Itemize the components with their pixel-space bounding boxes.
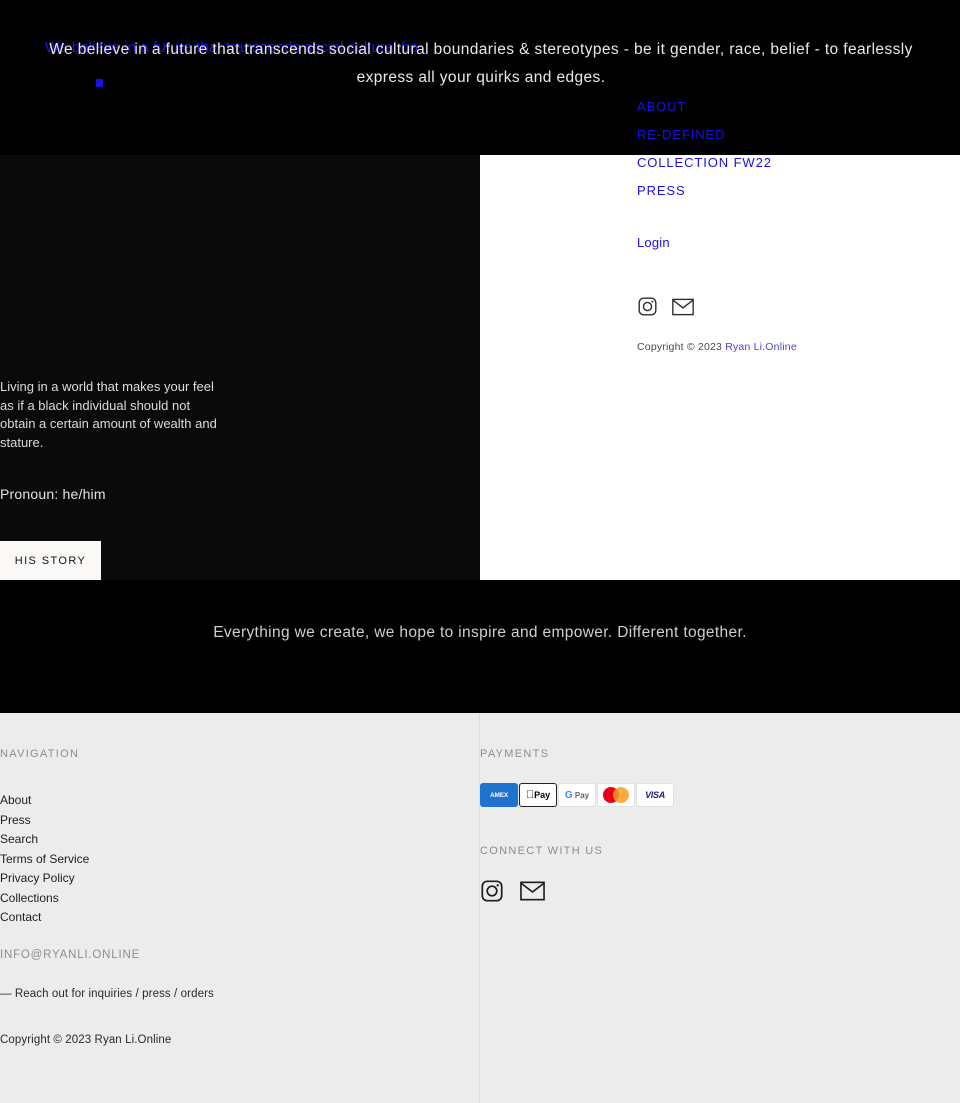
nav-item-about[interactable]: ABOUT xyxy=(637,93,937,121)
mastercard-orange-circle xyxy=(613,787,629,803)
main-navigation-menu: ABOUT RE-DEFINED COLLECTION FW22 PRESS L… xyxy=(637,93,937,353)
instagram-icon[interactable] xyxy=(480,879,504,908)
payment-methods-row: AMEX Pay G Pay VISA xyxy=(480,783,674,807)
profile-panel: Living in a world that makes your feel a… xyxy=(0,155,480,581)
footer-connect-heading: CONNECT WITH US xyxy=(480,845,604,857)
footer-link-collections[interactable]: Collections xyxy=(0,889,89,909)
nav-item-re-defined[interactable]: RE-DEFINED xyxy=(637,121,937,149)
page-root: We believe in a future that transcends s… xyxy=(0,0,960,1103)
footer-email-address[interactable]: INFO@RYANLI.ONLINE xyxy=(0,949,140,961)
apple-pay-label: Pay xyxy=(529,790,550,800)
mastercard-circles xyxy=(603,787,629,803)
apple-logo-glyph:  xyxy=(526,789,534,801)
nav-social-links xyxy=(637,296,694,322)
footer-link-privacy-policy[interactable]: Privacy Policy xyxy=(0,869,89,889)
email-icon[interactable] xyxy=(520,881,545,906)
footer-link-search[interactable]: Search xyxy=(0,830,89,850)
footer-reach-out-text: — Reach out for inquiries / press / orde… xyxy=(0,988,214,1000)
footer-navigation-heading: NAVIGATION xyxy=(0,748,80,760)
footer-navigation-list: About Press Search Terms of Service Priv… xyxy=(0,791,89,928)
mastercard-card-icon xyxy=(597,783,635,807)
nav-item-press[interactable]: PRESS xyxy=(637,177,937,205)
footer-payments-heading: PAYMENTS xyxy=(480,748,550,760)
amex-label: AMEX xyxy=(490,791,508,799)
footer-social-links xyxy=(480,879,545,908)
visa-label: VISA xyxy=(645,790,665,800)
amex-card-icon: AMEX xyxy=(480,783,518,807)
his-story-button[interactable]: HIS STORY xyxy=(0,541,101,581)
profile-pronoun: Pronoun: he/him xyxy=(0,486,106,502)
google-pay-card-icon: G Pay xyxy=(558,783,596,807)
google-g-glyph: G xyxy=(564,789,573,801)
nav-copyright-prefix: Copyright © 2023 xyxy=(637,341,726,353)
nav-item-collection-fw22[interactable]: COLLECTION FW22 xyxy=(637,149,937,177)
google-pay-label: Pay xyxy=(574,790,590,800)
nav-copyright-brand[interactable]: Ryan Li.Online xyxy=(725,341,797,353)
footer-link-about[interactable]: About xyxy=(0,791,89,811)
hero-message: We believe in a future that transcends s… xyxy=(49,41,913,86)
profile-bio: Living in a world that makes your feel a… xyxy=(0,379,217,450)
footer-copyright: Copyright © 2023 Ryan Li.Online xyxy=(0,1034,172,1046)
footer-link-press[interactable]: Press xyxy=(0,811,89,831)
footer-link-terms-of-service[interactable]: Terms of Service xyxy=(0,850,89,870)
nav-login-link[interactable]: Login xyxy=(637,233,937,253)
quote-text: Everything we create, we hope to inspire… xyxy=(213,624,747,641)
quote-banner: Everything we create, we hope to inspire… xyxy=(0,580,960,713)
apple-pay-card-icon: Pay xyxy=(519,783,557,807)
footer-divider xyxy=(479,713,480,1103)
site-footer: NAVIGATION About Press Search Terms of S… xyxy=(0,713,960,1103)
hero-bullet-marker xyxy=(96,79,103,87)
nav-copyright: Copyright © 2023 Ryan Li.Online xyxy=(637,341,797,353)
footer-link-contact[interactable]: Contact xyxy=(0,908,89,928)
instagram-icon[interactable] xyxy=(637,296,658,322)
email-icon[interactable] xyxy=(672,298,694,321)
visa-card-icon: VISA xyxy=(636,783,674,807)
